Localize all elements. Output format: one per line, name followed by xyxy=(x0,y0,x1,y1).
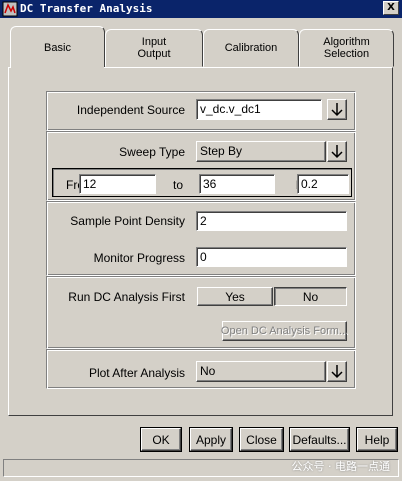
close-button[interactable]: Close xyxy=(240,428,283,451)
apply-button[interactable]: Apply xyxy=(190,428,232,451)
run-dc-no-button[interactable]: No xyxy=(274,287,347,306)
run-dc-yes-button[interactable]: Yes xyxy=(197,287,273,306)
app-icon xyxy=(2,1,18,17)
monitor-progress-field[interactable]: 0 xyxy=(196,247,347,267)
to-field[interactable]: 36 xyxy=(199,174,275,194)
tab-basic[interactable]: Basic xyxy=(10,26,105,68)
from-field[interactable]: 12 xyxy=(79,174,156,194)
sweep-type-combo[interactable]: Step By xyxy=(196,141,326,162)
arrow-down-icon xyxy=(331,145,343,159)
arrow-down-icon xyxy=(331,103,343,117)
tab-calibration[interactable]: Calibration xyxy=(203,29,299,67)
tab-algorithm-selection-label: Algorithm Selection xyxy=(323,36,370,60)
window-close-button[interactable]: X xyxy=(383,1,399,15)
tab-input-output-label: Input Output xyxy=(137,36,171,60)
defaults-button[interactable]: Defaults... xyxy=(290,428,349,451)
tab-input-output[interactable]: Input Output xyxy=(105,29,203,67)
sample-point-density-field[interactable]: 2 xyxy=(196,211,347,231)
sample-point-density-label: Sample Point Density xyxy=(70,214,185,228)
monitor-progress-label: Monitor Progress xyxy=(93,251,185,265)
tab-algorithm-selection[interactable]: Algorithm Selection xyxy=(299,29,394,67)
plot-after-analysis-select-button[interactable] xyxy=(327,361,347,382)
plot-after-analysis-combo[interactable]: No xyxy=(196,361,326,382)
independent-source-select-button[interactable] xyxy=(327,99,347,120)
tab-basic-label: Basic xyxy=(44,41,71,54)
plot-after-analysis-label: Plot After Analysis xyxy=(88,366,185,380)
open-dc-analysis-form-button[interactable]: Open DC Analysis Form... xyxy=(221,321,348,341)
sweep-type-label: Sweep Type xyxy=(119,145,185,159)
watermark-text: 公众号 · 电路一点通 xyxy=(291,460,391,473)
independent-source-label: Independent Source xyxy=(76,103,185,117)
arrow-down-icon xyxy=(331,365,343,379)
to-label: to xyxy=(173,178,184,192)
window-title: DC Transfer Analysis xyxy=(20,2,153,15)
sweep-type-select-button[interactable] xyxy=(327,141,347,162)
run-dc-analysis-label: Run DC Analysis First xyxy=(68,290,185,304)
independent-source-field[interactable]: v_dc.v_dc1 xyxy=(196,99,322,120)
tab-calibration-label: Calibration xyxy=(224,42,278,54)
help-button[interactable]: Help xyxy=(357,428,397,451)
ok-button[interactable]: OK xyxy=(141,428,181,451)
by-field[interactable]: 0.2 xyxy=(297,174,349,194)
